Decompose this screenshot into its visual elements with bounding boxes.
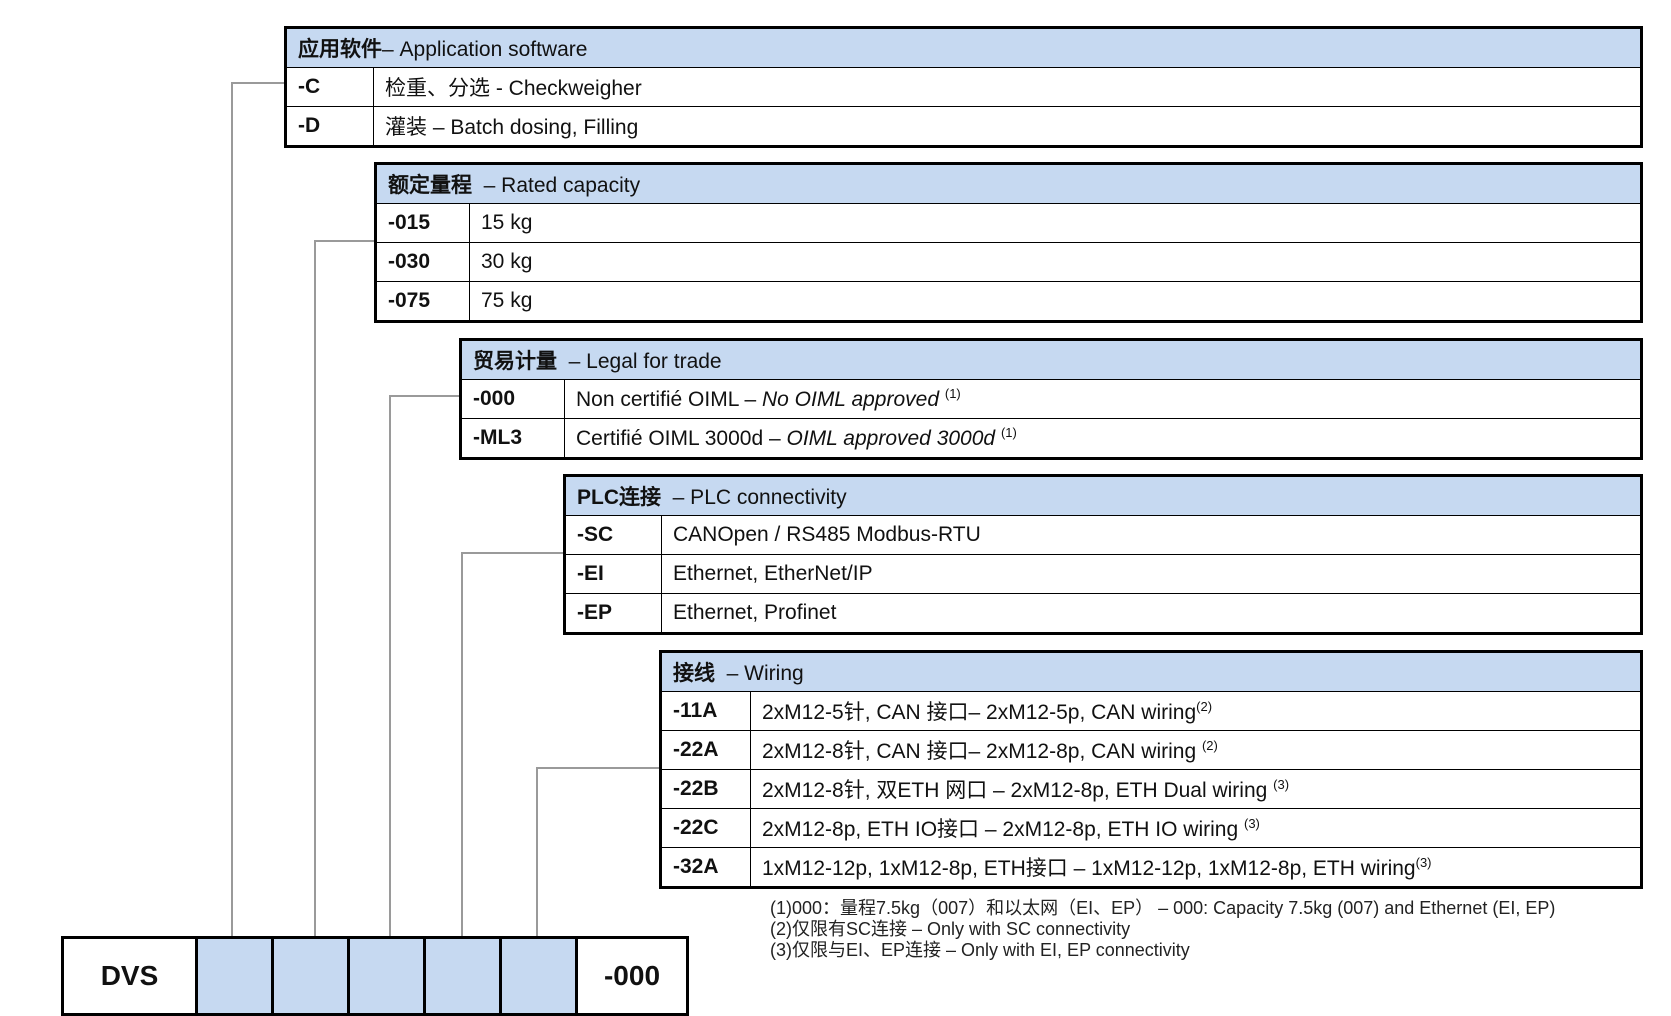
table-row: -000 Non certifié OIML – No OIML approve… (461, 379, 1641, 419)
option-code: -SC (565, 515, 662, 555)
connector-app (231, 82, 233, 937)
slot-trade (350, 939, 426, 1013)
table-row: -D 灌装 – Batch dosing, Filling (286, 106, 1641, 146)
option-desc: 检重、分选 - Checkweigher (373, 67, 1641, 107)
option-desc: Certifié OIML 3000d – OIML approved 3000… (564, 418, 1641, 458)
table-header: 额定量程 – Rated capacity (376, 164, 1641, 204)
header-title: 额定量程 (388, 174, 472, 197)
option-desc: 15 kg (469, 203, 1641, 243)
connector-capacity-h (314, 240, 374, 242)
option-desc: Ethernet, EtherNet/IP (661, 554, 1641, 594)
model-code-box: DVS -000 (61, 936, 689, 1016)
option-desc: 2xM12-8针, CAN 接口– 2xM12-8p, CAN wiring (… (750, 730, 1641, 770)
option-desc: CANOpen / RS485 Modbus-RTU (661, 515, 1641, 555)
footnote-ref: (3) (1415, 855, 1432, 870)
header-subtitle: – PLC connectivity (672, 486, 847, 509)
header-subtitle: – Wiring (726, 662, 804, 685)
rated-capacity-table: 额定量程 – Rated capacity -015 15 kg -030 30… (374, 162, 1643, 323)
option-code: -D (286, 106, 374, 146)
connector-wiring (536, 767, 538, 937)
option-desc: 2xM12-8p, ETH IO接口 – 2xM12-8p, ETH IO wi… (750, 808, 1641, 848)
application-software-table: 应用软件– Application software -C 检重、分选 - Ch… (284, 26, 1643, 148)
table-row: -075 75 kg (376, 281, 1641, 321)
option-code: -EI (565, 554, 662, 594)
footnote-3: (3)仅限与EI、EP连接 – Only with EI, EP connect… (770, 940, 1190, 960)
table-header: 应用软件– Application software (286, 28, 1641, 68)
option-code: -11A (661, 691, 751, 731)
option-code: -32A (661, 847, 751, 887)
table-row: -ML3 Certifié OIML 3000d – OIML approved… (461, 418, 1641, 458)
footnote-ref: (2) (1196, 699, 1213, 714)
footnote-1: (1)000：量程7.5kg（007）和以太网（EI、EP） – 000: Ca… (770, 898, 1556, 918)
option-desc: 2xM12-8针, 双ETH 网口 – 2xM12-8p, ETH Dual w… (750, 769, 1641, 809)
option-desc: 灌装 – Batch dosing, Filling (373, 106, 1641, 146)
option-code: -000 (461, 379, 565, 419)
header-subtitle: – Application software (382, 38, 588, 61)
table-row: -C 检重、分选 - Checkweigher (286, 67, 1641, 107)
connector-plc-h (461, 552, 563, 554)
slot-capacity (274, 939, 350, 1013)
option-desc: Non certifié OIML – No OIML approved (1) (564, 379, 1641, 419)
footnote-2: (2)仅限有SC连接 – Only with SC connectivity (770, 919, 1131, 939)
slot-plc (426, 939, 502, 1013)
option-code: -015 (376, 203, 470, 243)
table-row: -EI Ethernet, EtherNet/IP (565, 554, 1641, 594)
model-suffix: -000 (603, 960, 661, 991)
table-row: -015 15 kg (376, 203, 1641, 243)
option-code: -075 (376, 281, 470, 321)
slot-wiring (502, 939, 578, 1013)
header-title: PLC连接 (577, 486, 661, 509)
table-header: PLC连接 – PLC connectivity (565, 476, 1641, 516)
option-desc: 75 kg (469, 281, 1641, 321)
slot-application (198, 939, 274, 1013)
table-row: -030 30 kg (376, 242, 1641, 282)
connector-wiring-h (536, 767, 659, 769)
option-desc: 30 kg (469, 242, 1641, 282)
table-row: -32A 1xM12-12p, 1xM12-8p, ETH接口 – 1xM12-… (661, 847, 1641, 887)
table-row: -22A 2xM12-8针, CAN 接口– 2xM12-8p, CAN wir… (661, 730, 1641, 770)
header-title: 接线 (673, 662, 715, 685)
header-title: 贸易计量 (473, 350, 557, 373)
option-code: -030 (376, 242, 470, 282)
legal-for-trade-table: 贸易计量 – Legal for trade -000 Non certifié… (459, 338, 1643, 460)
option-desc: 2xM12-5针, CAN 接口– 2xM12-5p, CAN wiring(2… (750, 691, 1641, 731)
option-desc: Ethernet, Profinet (661, 593, 1641, 633)
table-header: 接线 – Wiring (661, 652, 1641, 692)
table-row: -SC CANOpen / RS485 Modbus-RTU (565, 515, 1641, 555)
connector-capacity (314, 240, 316, 937)
option-code: -C (286, 67, 374, 107)
footnotes: (1)000：量程7.5kg（007）和以太网（EI、EP） – 000: Ca… (770, 898, 1555, 961)
connector-trade-h (389, 395, 459, 397)
header-subtitle: – Rated capacity (483, 174, 641, 197)
footnote-ref: (3) (1273, 777, 1290, 792)
footnote-ref: (1) (1000, 425, 1017, 440)
footnote-ref: (1) (944, 386, 961, 401)
table-row: -EP Ethernet, Profinet (565, 593, 1641, 633)
footnote-ref: (2) (1201, 738, 1218, 753)
option-code: -22B (661, 769, 751, 809)
option-desc: 1xM12-12p, 1xM12-8p, ETH接口 – 1xM12-12p, … (750, 847, 1641, 887)
header-title: 应用软件 (298, 38, 382, 61)
option-code: -EP (565, 593, 662, 633)
header-subtitle: – Legal for trade (568, 350, 722, 373)
table-row: -22C 2xM12-8p, ETH IO接口 – 2xM12-8p, ETH … (661, 808, 1641, 848)
table-row: -22B 2xM12-8针, 双ETH 网口 – 2xM12-8p, ETH D… (661, 769, 1641, 809)
option-code: -ML3 (461, 418, 565, 458)
option-code: -22A (661, 730, 751, 770)
footnote-ref: (3) (1243, 816, 1260, 831)
plc-connectivity-table: PLC连接 – PLC connectivity -SC CANOpen / R… (563, 474, 1643, 635)
connector-plc (461, 552, 463, 937)
table-row: -11A 2xM12-5针, CAN 接口– 2xM12-5p, CAN wir… (661, 691, 1641, 731)
table-header: 贸易计量 – Legal for trade (461, 340, 1641, 380)
model-prefix: DVS (64, 939, 198, 1013)
wiring-table: 接线 – Wiring -11A 2xM12-5针, CAN 接口– 2xM12… (659, 650, 1643, 889)
option-code: -22C (661, 808, 751, 848)
connector-trade (389, 395, 391, 937)
connector-app-h (231, 82, 284, 84)
